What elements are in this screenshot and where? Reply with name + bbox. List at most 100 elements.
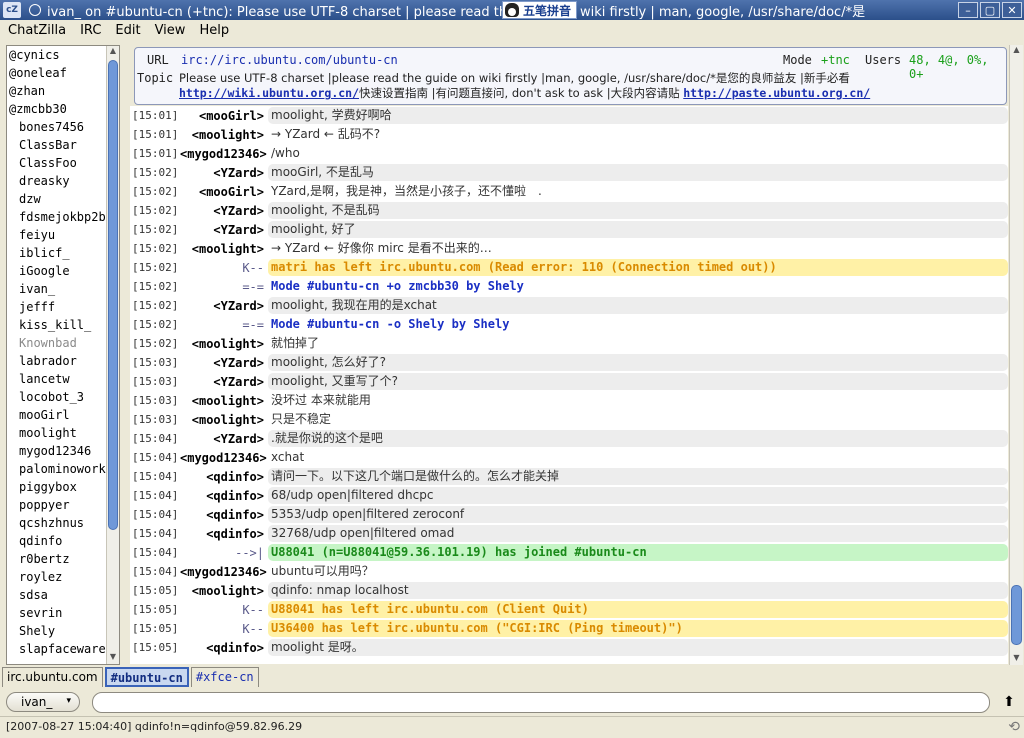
scroll-up-icon[interactable]: ▲ (107, 46, 119, 58)
message-nick[interactable]: <mooGirl> (180, 109, 268, 123)
menu-help[interactable]: Help (192, 23, 236, 38)
close-button[interactable]: ✕ (1002, 2, 1022, 18)
user-list-item[interactable]: moolight (7, 424, 119, 442)
message-nick[interactable]: <moolight> (180, 337, 268, 351)
message-nick[interactable]: <mygod12346> (180, 147, 268, 161)
user-list-item[interactable]: ivan_ (7, 280, 119, 298)
message-timestamp: [15:05] (132, 603, 179, 616)
user-list-item[interactable]: sevrin (7, 604, 119, 622)
scroll-down-icon[interactable]: ▼ (107, 652, 119, 664)
message-nick[interactable]: K-- (180, 603, 268, 617)
message-nick[interactable]: <YZard> (180, 375, 268, 389)
tab-ubuntu-cn[interactable]: #ubuntu-cn (104, 667, 189, 687)
multiline-toggle-icon[interactable]: ⬆ (1000, 694, 1018, 712)
user-list-item[interactable]: palominowork… (7, 460, 119, 478)
channel-topic[interactable]: Please use UTF-8 charset |please read th… (179, 71, 1001, 101)
message-input[interactable] (92, 692, 990, 713)
message-nick[interactable]: <moolight> (180, 128, 268, 142)
message-nick[interactable]: =-= (180, 318, 268, 332)
message-nick[interactable]: <qdinfo> (180, 489, 268, 503)
message-log[interactable]: [15:01] <mooGirl> moolight, 学费好啊哈 [15:01] <m… (130, 106, 1008, 664)
user-list-item[interactable]: dzw (7, 190, 119, 208)
menu-irc[interactable]: IRC (73, 23, 108, 38)
message-nick[interactable]: <YZard> (180, 356, 268, 370)
message-nick[interactable]: <moolight> (180, 413, 268, 427)
message-timestamp: [15:04] (132, 451, 179, 464)
message-log-scrollbar[interactable]: ▲ ▼ (1009, 45, 1023, 665)
user-list-item[interactable]: feiyu (7, 226, 119, 244)
user-list-item[interactable]: bones7456 (7, 118, 119, 136)
chatzilla-app-icon[interactable]: cZ (3, 2, 21, 18)
user-list-item[interactable]: locobot_3 (7, 388, 119, 406)
user-list-item[interactable]: labrador (7, 352, 119, 370)
user-list-item[interactable]: @zmcbb30 (7, 100, 119, 118)
user-list-item[interactable]: @cynics (7, 46, 119, 64)
scroll-up-icon[interactable]: ▲ (1010, 45, 1023, 57)
maximize-button[interactable]: ▢ (980, 2, 1000, 18)
message-row: [15:03] <YZard> moolight, 怎么好了? (130, 353, 1008, 372)
user-list-item[interactable]: ClassBar (7, 136, 119, 154)
user-list-item[interactable]: kiss_kill_ (7, 316, 119, 334)
user-list-item[interactable]: @oneleaf (7, 64, 119, 82)
message-timestamp: [15:05] (132, 584, 179, 597)
message-nick[interactable]: <moolight> (180, 242, 268, 256)
user-list-item[interactable]: ClassFoo (7, 154, 119, 172)
user-list-item[interactable]: iGoogle (7, 262, 119, 280)
user-list-item[interactable]: iblicf_ (7, 244, 119, 262)
user-list-item[interactable]: poppyer (7, 496, 119, 514)
scroll-down-icon[interactable]: ▼ (1010, 653, 1023, 665)
paste-link[interactable]: http://paste.ubuntu.org.cn/ (683, 86, 870, 100)
message-nick[interactable]: <moolight> (180, 394, 268, 408)
pin-icon[interactable] (29, 4, 41, 16)
user-list-item[interactable]: dreasky (7, 172, 119, 190)
user-list-item[interactable]: mygod12346 (7, 442, 119, 460)
user-list-item[interactable]: jefff (7, 298, 119, 316)
menu-edit[interactable]: Edit (108, 23, 147, 38)
message-nick[interactable]: <qdinfo> (180, 470, 268, 484)
message-nick[interactable]: <qdinfo> (180, 641, 268, 655)
menu-chatzilla[interactable]: ChatZilla (0, 23, 73, 38)
title-bar: cZ ivan_ on #ubuntu-cn (+tnc): Please us… (0, 0, 1024, 20)
user-list-item[interactable]: r0bertz (7, 550, 119, 568)
user-list-item[interactable]: piggybox (7, 478, 119, 496)
user-list[interactable]: @cynics @oneleaf @zhan @zmcbb30 bones7456 Cla… (6, 45, 120, 665)
user-list-item[interactable]: qcshzhnus (7, 514, 119, 532)
channel-url[interactable]: irc://irc.ubuntu.com/ubuntu-cn (181, 53, 398, 67)
message-nick[interactable]: <YZard> (180, 432, 268, 446)
resize-grip-icon[interactable]: ⟲ (1008, 719, 1020, 735)
message-nick[interactable]: <qdinfo> (180, 527, 268, 541)
message-nick[interactable]: <mygod12346> (180, 451, 268, 465)
user-list-item[interactable]: slapfaceware (7, 640, 119, 658)
user-list-item[interactable]: lancetw (7, 370, 119, 388)
message-nick[interactable]: <moolight> (180, 584, 268, 598)
message-nick[interactable]: <mygod12346> (180, 565, 268, 579)
message-nick[interactable]: <mooGirl> (180, 185, 268, 199)
message-nick[interactable]: =-= (180, 280, 268, 294)
message-nick[interactable]: -->| (180, 546, 268, 560)
tab-irc-ubuntu-com[interactable]: irc.ubuntu.com (2, 667, 103, 687)
user-list-item[interactable]: fdsmejokbp2b… (7, 208, 119, 226)
user-list-item[interactable]: Knownbad (7, 334, 119, 352)
message-log-scroll-thumb[interactable] (1011, 585, 1022, 645)
message-nick[interactable]: <YZard> (180, 204, 268, 218)
message-nick[interactable]: <YZard> (180, 299, 268, 313)
user-list-scrollbar[interactable]: ▲ ▼ (106, 46, 119, 664)
user-list-scroll-thumb[interactable] (108, 60, 118, 530)
user-list-item[interactable]: qdinfo (7, 532, 119, 550)
message-nick[interactable]: <YZard> (180, 223, 268, 237)
user-list-item[interactable]: Shely (7, 622, 119, 640)
user-list-item[interactable]: roylez (7, 568, 119, 586)
user-list-item[interactable]: mooGirl (7, 406, 119, 424)
tab-xfce-cn[interactable]: #xfce-cn (190, 667, 259, 687)
nickname-button[interactable]: ivan_ ▾ (6, 692, 80, 712)
message-nick[interactable]: K-- (180, 261, 268, 275)
user-list-item[interactable]: @zhan (7, 82, 119, 100)
message-nick[interactable]: <qdinfo> (180, 508, 268, 522)
message-nick[interactable]: K-- (180, 622, 268, 636)
menu-view[interactable]: View (148, 23, 193, 38)
message-nick[interactable]: <YZard> (180, 166, 268, 180)
wiki-link[interactable]: http://wiki.ubuntu.org.cn/ (179, 86, 359, 100)
minimize-button[interactable]: – (958, 2, 978, 18)
ime-indicator[interactable]: 五笔拼音 (502, 1, 578, 19)
user-list-item[interactable]: sdsa (7, 586, 119, 604)
